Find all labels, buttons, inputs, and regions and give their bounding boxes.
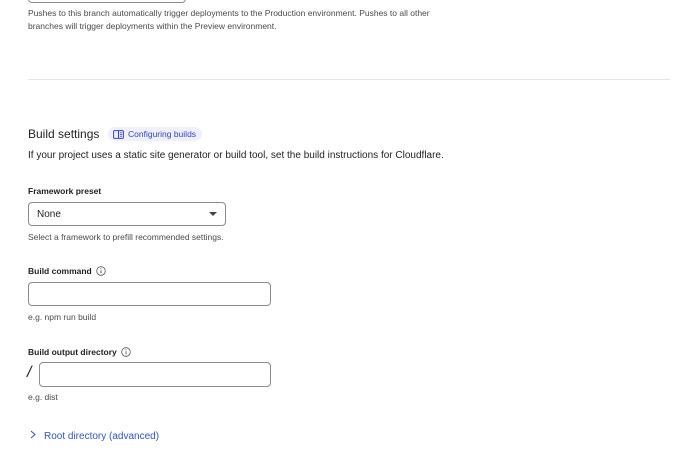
production-branch-help-line-2: branches will trigger deployments within… <box>28 21 277 31</box>
root-directory-toggle[interactable]: Root directory (advanced) <box>30 430 159 442</box>
build-output-directory-input[interactable] <box>39 362 271 387</box>
production-branch-help: Pushes to this branch automatically trig… <box>28 7 430 33</box>
framework-preset-select[interactable]: None <box>28 202 226 226</box>
framework-preset-selected-value: None <box>37 208 61 220</box>
build-settings-title: Build settings <box>28 127 100 141</box>
info-icon[interactable] <box>121 347 131 357</box>
framework-preset-label: Framework preset <box>28 186 101 196</box>
book-icon <box>113 129 124 139</box>
build-output-directory-help: e.g. dist <box>28 392 58 402</box>
configuring-builds-label: Configuring builds <box>128 129 197 139</box>
framework-preset-help: Select a framework to prefill recommende… <box>28 232 224 242</box>
build-command-label-text: Build command <box>28 266 92 276</box>
build-output-directory-label-text: Build output directory <box>28 347 117 357</box>
build-command-label: Build command <box>28 266 106 276</box>
configuring-builds-link[interactable]: Configuring builds <box>108 127 203 141</box>
production-branch-field[interactable] <box>28 0 186 3</box>
build-command-input[interactable] <box>28 282 271 306</box>
build-settings-description: If your project uses a static site gener… <box>28 150 444 161</box>
build-command-help: e.g. npm run build <box>28 312 97 322</box>
chevron-down-icon <box>209 212 217 216</box>
framework-preset-label-text: Framework preset <box>28 186 102 196</box>
info-icon[interactable] <box>96 266 106 276</box>
section-divider <box>28 79 670 80</box>
root-directory-label: Root directory (advanced) <box>44 430 160 442</box>
production-branch-help-line-1: Pushes to this branch automatically trig… <box>28 8 430 18</box>
build-output-directory-label: Build output directory <box>28 347 131 357</box>
chevron-right-icon <box>30 430 36 442</box>
output-directory-prefix: / <box>27 364 32 381</box>
